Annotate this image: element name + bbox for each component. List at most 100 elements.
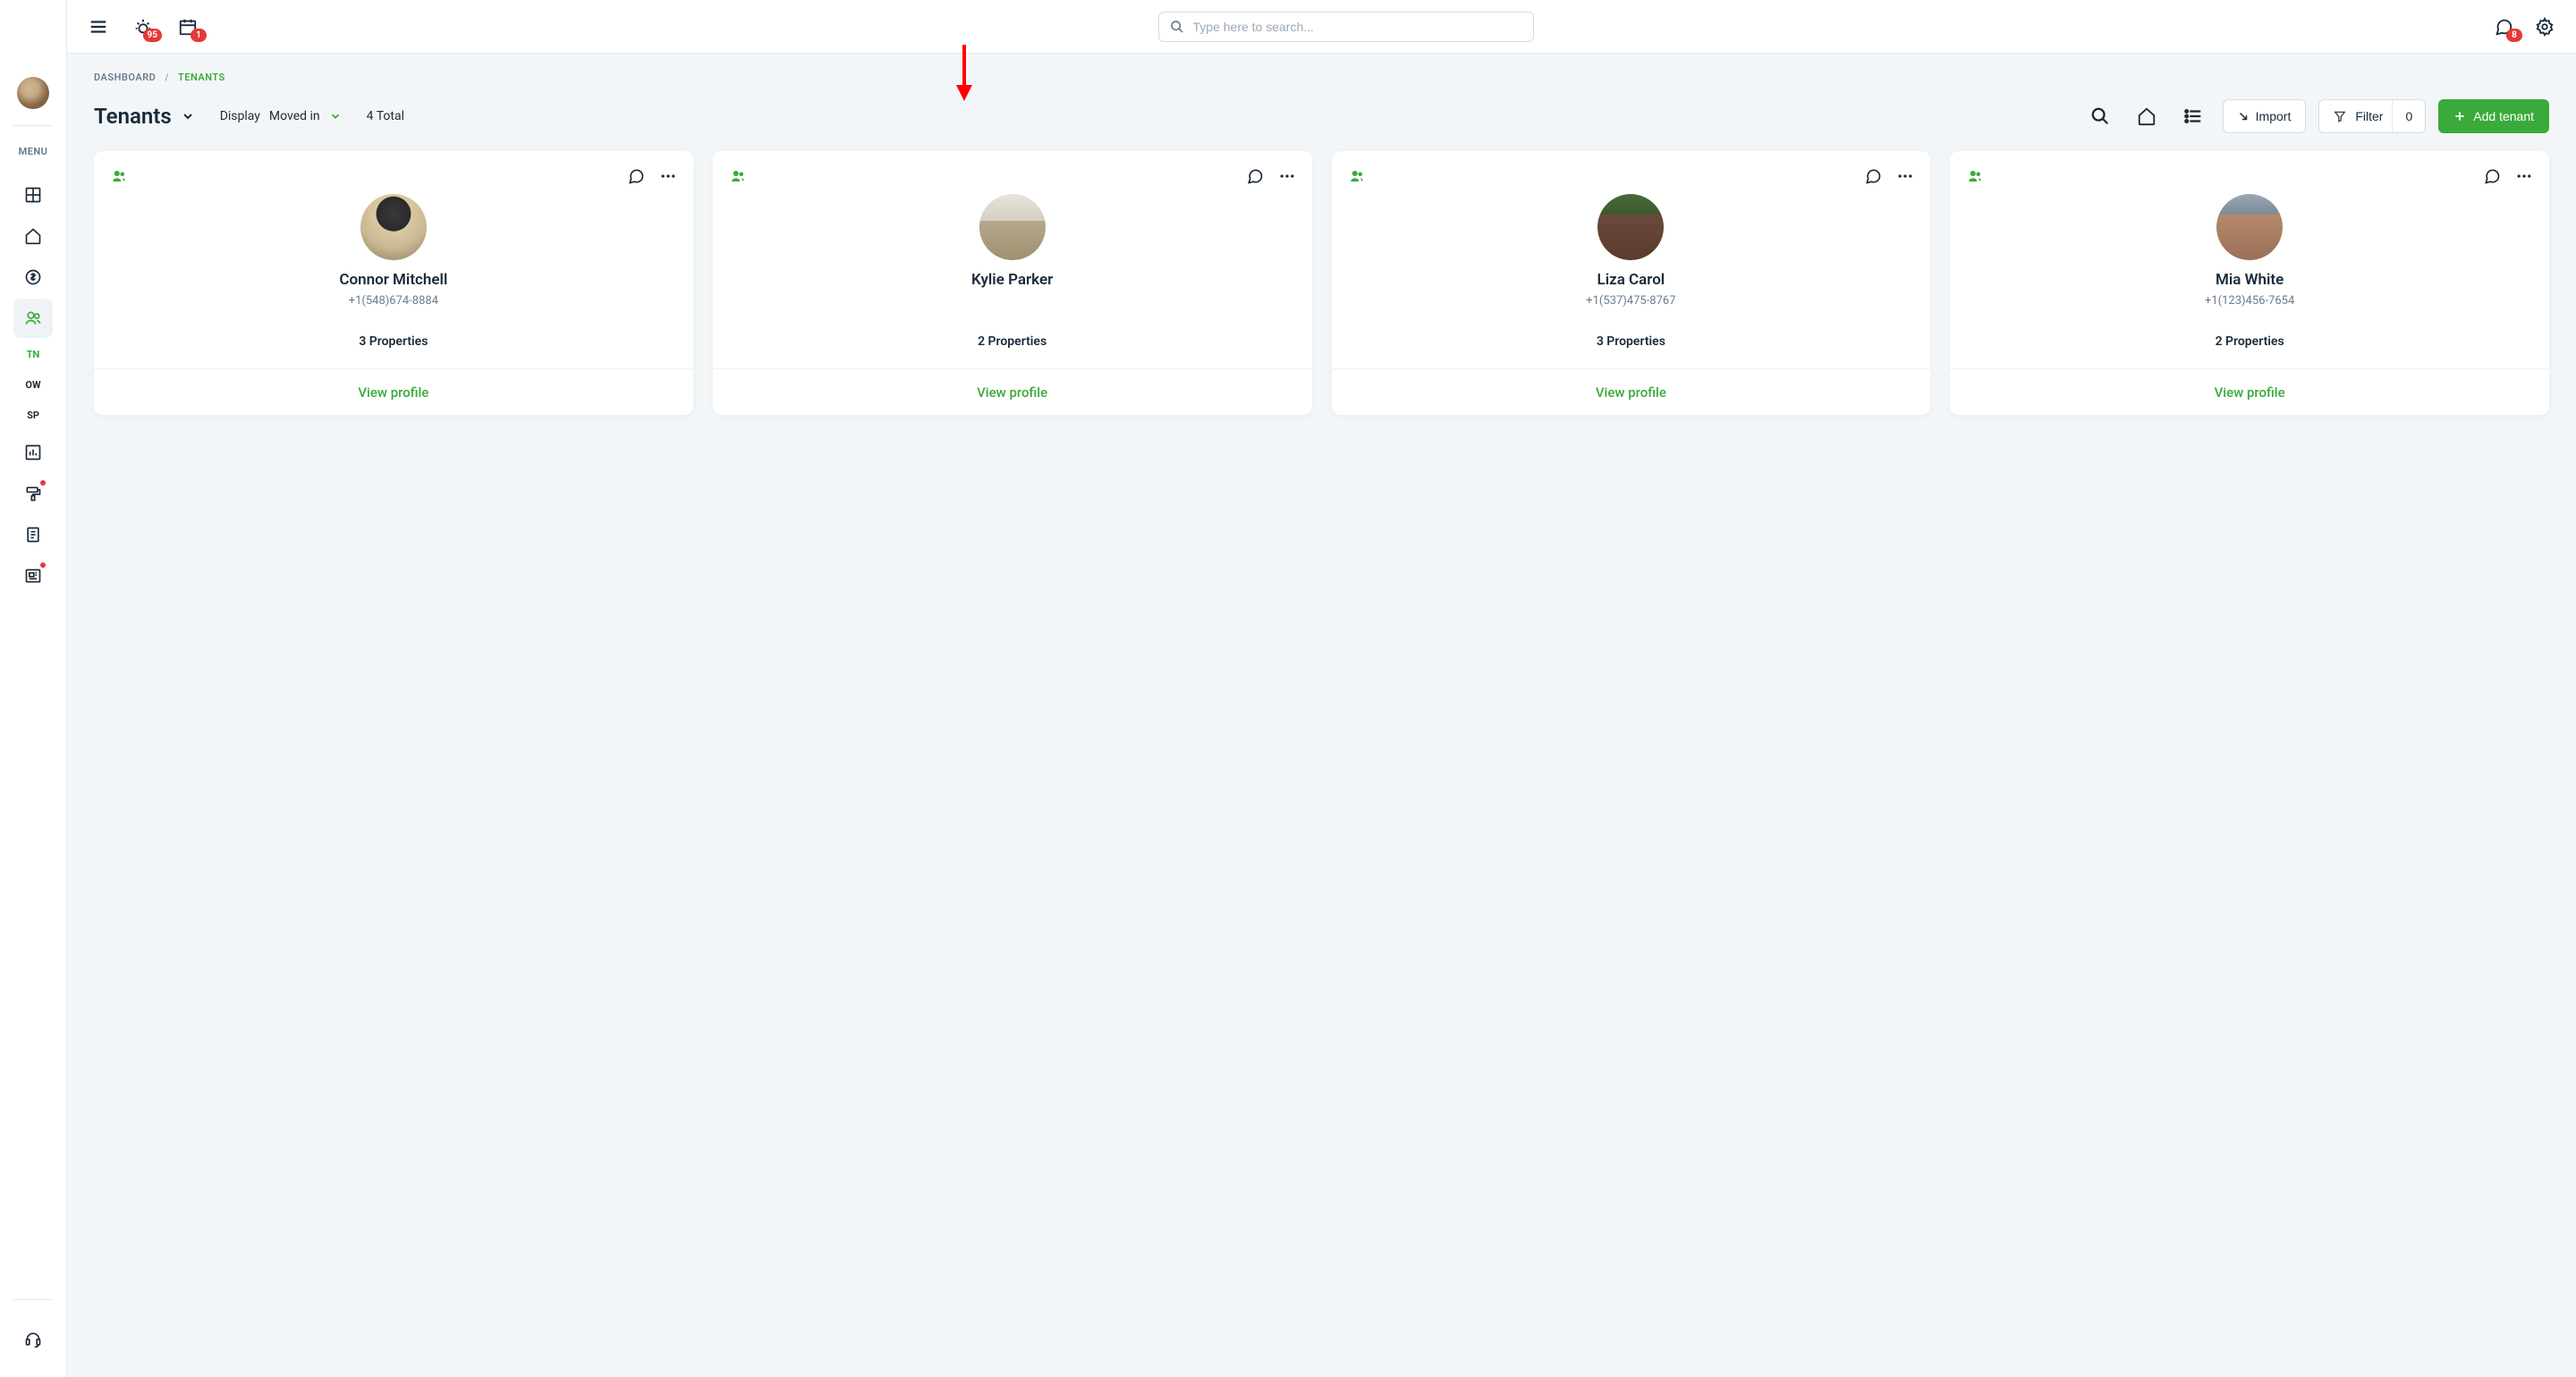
- divider: [13, 1299, 53, 1300]
- headset-icon: [24, 1331, 42, 1348]
- import-label: Import: [2256, 109, 2292, 123]
- grid-icon: [24, 186, 42, 204]
- view-profile-link[interactable]: View profile: [977, 384, 1047, 401]
- chat-icon[interactable]: [1864, 167, 1882, 185]
- tenant-avatar[interactable]: [1597, 194, 1664, 260]
- more-icon[interactable]: [1896, 167, 1914, 185]
- tenant-name: Connor Mitchell: [110, 271, 677, 289]
- news-icon: [24, 567, 42, 585]
- page-title-text: Tenants: [94, 104, 172, 129]
- sidebar-item-documents[interactable]: [13, 515, 53, 554]
- tenant-card: Liza Carol +1(537)475-8767 3 Properties …: [1332, 151, 1931, 415]
- sidebar-item-reports[interactable]: [13, 433, 53, 472]
- dollar-icon: [24, 268, 42, 286]
- menu-label: MENU: [19, 146, 48, 157]
- sidebar-sub: TN OW SP: [13, 340, 53, 429]
- sidebar: MENU TN OW SP: [0, 0, 67, 1377]
- tenant-name: Mia White: [1966, 271, 2533, 289]
- tenant-card: Connor Mitchell +1(548)674-8884 3 Proper…: [94, 151, 693, 415]
- display-label: Display: [220, 109, 260, 123]
- breadcrumb: DASHBOARD / TENANTS: [94, 72, 2549, 83]
- tenant-properties: 2 Properties: [1966, 334, 2533, 368]
- settings-button[interactable]: [2535, 17, 2555, 37]
- chart-icon: [24, 444, 42, 461]
- sidebar-item-news[interactable]: [13, 556, 53, 596]
- tenant-properties: 3 Properties: [110, 334, 677, 368]
- tenant-phone: +1(548)674-8884: [110, 294, 677, 309]
- calendar-button[interactable]: 1: [178, 17, 198, 37]
- filter-button[interactable]: Filter 0: [2318, 99, 2426, 133]
- chevron-down-icon: [329, 110, 342, 122]
- sidebar-item-finance[interactable]: [13, 258, 53, 297]
- chat-icon[interactable]: [627, 167, 645, 185]
- user-avatar[interactable]: [17, 77, 49, 109]
- page-title-dropdown[interactable]: Tenants: [94, 104, 195, 129]
- notification-dot-icon: [40, 480, 46, 486]
- view-profile-link[interactable]: View profile: [2215, 384, 2285, 401]
- display-value: Moved in: [269, 109, 320, 123]
- search-box[interactable]: [1158, 12, 1534, 42]
- tenant-avatar[interactable]: [979, 194, 1046, 260]
- tenant-phone: +1(537)475-8767: [1348, 294, 1915, 309]
- add-tenant-button[interactable]: Add tenant: [2438, 99, 2549, 133]
- breadcrumb-current: TENANTS: [178, 72, 225, 83]
- search-view-button[interactable]: [2083, 99, 2117, 133]
- sidebar-sub-tenants[interactable]: TN: [13, 340, 53, 368]
- more-icon[interactable]: [659, 167, 677, 185]
- sidebar-item-properties[interactable]: [13, 216, 53, 256]
- tenant-card: Mia White +1(123)456-7654 2 Properties V…: [1950, 151, 2549, 415]
- document-icon: [24, 526, 42, 544]
- search-input[interactable]: [1193, 20, 1522, 34]
- messages-button[interactable]: 8: [2494, 17, 2513, 37]
- tenant-phone: +1(123)456-7654: [1966, 294, 2533, 309]
- sidebar-sub-sp[interactable]: SP: [13, 401, 53, 429]
- sidebar-item-maintenance[interactable]: [13, 474, 53, 513]
- tenant-avatar[interactable]: [2216, 194, 2283, 260]
- total-count: 4 Total: [367, 109, 404, 123]
- chevron-down-icon: [181, 109, 195, 123]
- view-profile-link[interactable]: View profile: [358, 384, 428, 401]
- import-icon: [2238, 111, 2249, 122]
- gear-icon: [2535, 17, 2555, 37]
- sidebar-item-support[interactable]: [13, 1320, 53, 1359]
- search-icon: [2090, 106, 2110, 126]
- sidebar-item-people[interactable]: [13, 299, 53, 338]
- divider: [13, 125, 53, 126]
- alerts-badge: 95: [143, 29, 162, 42]
- sidebar-sub-owners[interactable]: OW: [13, 370, 53, 399]
- import-button[interactable]: Import: [2223, 99, 2307, 133]
- home-view-button[interactable]: [2130, 99, 2164, 133]
- tenant-cards: Connor Mitchell +1(548)674-8884 3 Proper…: [94, 151, 2549, 415]
- alerts-button[interactable]: 95: [133, 17, 153, 37]
- tenant-properties: 3 Properties: [1348, 334, 1915, 368]
- sidebar-item-dashboard[interactable]: [13, 175, 53, 215]
- tenant-phone: [729, 294, 1296, 309]
- list-icon: [2183, 106, 2203, 126]
- topbar: 95 1 8: [67, 0, 2576, 54]
- more-icon[interactable]: [1278, 167, 1296, 185]
- tenant-card: Kylie Parker 2 Properties View profile: [713, 151, 1312, 415]
- chat-icon[interactable]: [1246, 167, 1264, 185]
- paint-icon: [24, 485, 42, 503]
- chat-icon[interactable]: [2483, 167, 2501, 185]
- messages-badge: 8: [2506, 29, 2522, 42]
- home-icon: [24, 227, 42, 245]
- people-icon: [24, 309, 42, 327]
- search-icon: [1170, 20, 1184, 34]
- hamburger-icon: [89, 17, 108, 37]
- more-icon[interactable]: [2515, 167, 2533, 185]
- add-tenant-label: Add tenant: [2473, 109, 2534, 123]
- people-icon: [110, 168, 128, 184]
- calendar-badge: 1: [191, 29, 207, 42]
- list-view-button[interactable]: [2176, 99, 2210, 133]
- tenant-avatar[interactable]: [360, 194, 427, 260]
- filter-icon: [2334, 110, 2346, 122]
- filter-label: Filter: [2355, 109, 2383, 123]
- menu-toggle[interactable]: [89, 17, 108, 37]
- filter-count: 0: [2392, 100, 2425, 132]
- breadcrumb-sep: /: [165, 72, 169, 83]
- view-profile-link[interactable]: View profile: [1596, 384, 1666, 401]
- breadcrumb-dashboard[interactable]: DASHBOARD: [94, 72, 156, 83]
- home-icon: [2137, 106, 2157, 126]
- display-filter[interactable]: Display Moved in: [220, 109, 342, 123]
